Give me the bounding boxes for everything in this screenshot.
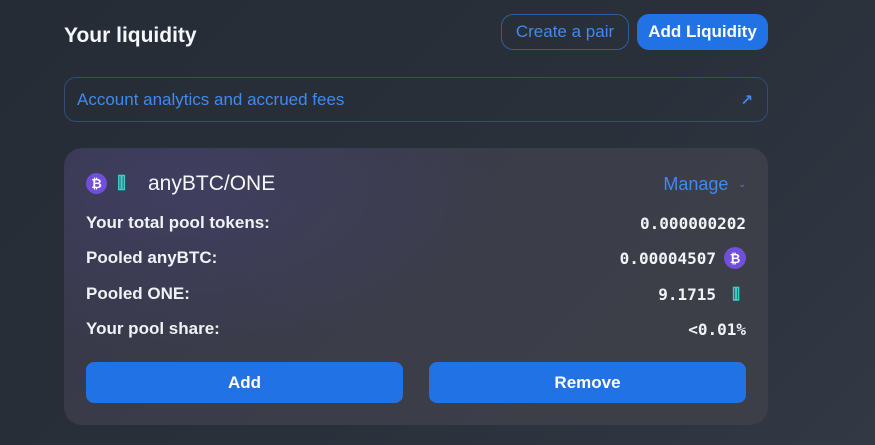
bitcoin-icon: ₿ [86,173,107,194]
account-analytics-label: Account analytics and accrued fees [77,89,345,109]
page-title: Your liquidity [64,24,197,47]
manage-button[interactable]: Manage ⌄ [663,174,746,195]
row-value: 0.000000202 [640,213,746,233]
row-label: Your total pool tokens: [86,213,270,232]
harmony-one-icon: ⫿⫿ [117,174,125,192]
pooled-anybtc-row: Pooled anyBTC: 0.00004507 ₿ [86,246,746,270]
row-label: Pooled anyBTC: [86,248,218,267]
pooled-one-row: Pooled ONE: 9.1715 ⫿⫿ [86,282,746,306]
liquidity-page: Your liquidity Create a pair Add Liquidi… [0,0,875,445]
row-value: <0.01% [688,319,746,339]
add-button[interactable]: Add [86,362,403,403]
position-card: ₿ ⫿⫿ anyBTC/ONE Manage ⌄ Your total pool… [64,148,768,425]
create-pair-button[interactable]: Create a pair [501,14,629,50]
account-analytics-link[interactable]: Account analytics and accrued fees ↗ [64,77,768,122]
manage-label: Manage [663,174,729,194]
harmony-one-icon: ⫿⫿ [732,285,740,303]
pool-share-row: Your pool share: <0.01% [86,317,746,341]
pair-icons: ₿ ⫿⫿ [86,173,130,195]
add-liquidity-button[interactable]: Add Liquidity [637,14,768,50]
total-pool-tokens-row: Your total pool tokens: 0.000000202 [86,211,746,235]
arrow-up-right-icon: ↗ [740,91,753,109]
chevron-down-icon: ⌄ [738,179,746,189]
row-label: Your pool share: [86,319,220,338]
bitcoin-icon: ₿ [724,247,746,269]
row-value: 0.00004507 [619,248,716,268]
row-label: Pooled ONE: [86,284,190,303]
remove-button[interactable]: Remove [429,362,746,403]
pair-name: anyBTC/ONE [148,172,276,195]
row-value: 9.1715 [658,284,716,304]
